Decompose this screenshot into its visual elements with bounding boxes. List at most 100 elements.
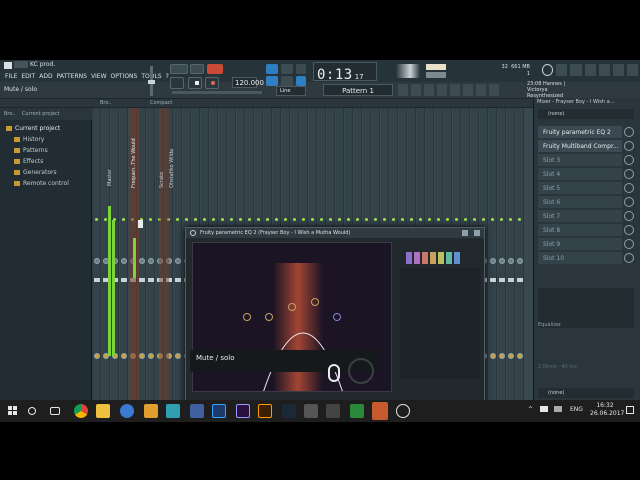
blend-button[interactable] (281, 76, 293, 86)
menu-options[interactable]: OPTIONS (111, 73, 138, 80)
hamburger-icon[interactable] (14, 61, 28, 68)
browser-tab[interactable]: Bro.. (4, 111, 16, 117)
tempo-display[interactable]: 120.000 (232, 77, 264, 88)
effect-slot[interactable]: Slot 6 (538, 196, 622, 208)
effect-slot[interactable]: Slot 3 (538, 154, 622, 166)
tray-chevron-icon[interactable]: ^ (528, 406, 533, 413)
mixer-insert-strip[interactable] (507, 108, 515, 400)
menu-edit[interactable]: EDIT (21, 73, 35, 80)
band-6-button[interactable] (446, 252, 452, 264)
slot-mix-knob[interactable] (624, 155, 634, 165)
insert-enable-led[interactable] (230, 218, 233, 221)
app-icon-4[interactable] (326, 404, 340, 418)
insert-enable-led[interactable] (374, 218, 377, 221)
file-explorer-icon[interactable] (96, 404, 110, 418)
insert-enable-led[interactable] (455, 218, 458, 221)
insert-enable-led[interactable] (356, 218, 359, 221)
stereo-knob[interactable] (508, 353, 514, 359)
insert-enable-led[interactable] (464, 218, 467, 221)
insert-enable-led[interactable] (428, 218, 431, 221)
slot-mix-knob[interactable] (624, 169, 634, 179)
eq-band-3-handle[interactable] (288, 303, 296, 311)
loop-record-button[interactable] (266, 76, 278, 86)
insert-preset-select[interactable]: (none) (538, 109, 634, 119)
insert-enable-led[interactable] (338, 218, 341, 221)
stereo-knob[interactable] (121, 353, 127, 359)
insert-enable-led[interactable] (401, 218, 404, 221)
app-icon-2[interactable] (190, 404, 204, 418)
volume-fader[interactable] (175, 278, 181, 282)
insert-enable-led[interactable] (419, 218, 422, 221)
windows-start-icon[interactable] (6, 404, 20, 418)
network-icon[interactable] (554, 406, 562, 412)
browser-icon[interactable] (450, 84, 460, 96)
close-icon[interactable] (626, 64, 639, 76)
mixer-view-mode[interactable]: Compact (150, 100, 172, 106)
view-icon[interactable] (489, 84, 499, 96)
volume-fader[interactable] (508, 278, 514, 282)
insert-enable-led[interactable] (212, 218, 215, 221)
effect-slot[interactable]: Fruity Multiband Compr... (538, 140, 622, 152)
cpu-icon[interactable] (542, 64, 554, 76)
mixer-insert-strip[interactable] (93, 108, 101, 400)
insert-enable-led[interactable] (95, 218, 98, 221)
insert-enable-led[interactable] (176, 218, 179, 221)
slot-mix-knob[interactable] (624, 197, 634, 207)
photoshop-icon[interactable] (212, 404, 226, 418)
pan-knob[interactable] (508, 258, 514, 264)
render-icon[interactable] (570, 64, 582, 76)
volume-fader[interactable] (121, 278, 127, 282)
eq-band-1-handle[interactable] (243, 313, 251, 321)
snap-mode-select[interactable]: Line (276, 86, 306, 96)
illustrator-icon[interactable] (258, 404, 272, 418)
steam-icon[interactable] (282, 404, 296, 418)
browser-item-current-project[interactable]: Current project (6, 125, 60, 132)
pan-knob[interactable] (499, 258, 505, 264)
insert-enable-led[interactable] (194, 218, 197, 221)
browser-item-generators[interactable]: Generators (14, 169, 57, 176)
browser-app-icon[interactable] (120, 404, 134, 418)
volume-fader[interactable] (490, 278, 496, 282)
insert-enable-led[interactable] (311, 218, 314, 221)
piano-roll-icon[interactable] (411, 84, 421, 96)
notifications-icon[interactable] (626, 406, 634, 414)
keyboard-language[interactable]: ENG (570, 406, 583, 413)
slot-mix-knob[interactable] (624, 183, 634, 193)
mixer-insert-strip[interactable] (516, 108, 524, 400)
browser-item-history[interactable]: History (14, 136, 44, 143)
stereo-knob[interactable] (148, 353, 154, 359)
insert-enable-led[interactable] (392, 218, 395, 221)
playlist-icon[interactable] (398, 84, 408, 96)
mixer-insert-strip[interactable] (489, 108, 497, 400)
app-icon-5[interactable] (350, 404, 364, 418)
effect-slot[interactable]: Slot 7 (538, 210, 622, 222)
mixer-icon[interactable] (437, 84, 447, 96)
insert-enable-led[interactable] (320, 218, 323, 221)
news-panel[interactable]: 23:08 Hannes | Victorya Resynthesized (527, 81, 587, 99)
insert-enable-led[interactable] (275, 218, 278, 221)
plugin-menu-icon[interactable] (190, 230, 196, 236)
stereo-knob[interactable] (517, 353, 523, 359)
mixer-insert-strip[interactable] (120, 108, 128, 400)
insert-enable-led[interactable] (329, 218, 332, 221)
mic-icon[interactable] (598, 64, 610, 76)
slot-mix-knob[interactable] (624, 141, 634, 151)
metronome-button[interactable] (296, 64, 306, 74)
band-5-button[interactable] (438, 252, 444, 264)
slot-mix-knob[interactable] (624, 225, 634, 235)
pan-knob[interactable] (139, 258, 145, 264)
app-icon-3[interactable] (304, 404, 318, 418)
insert-enable-led[interactable] (203, 218, 206, 221)
menu-file[interactable]: FILE (5, 73, 17, 80)
master-volume-handle[interactable] (148, 80, 155, 84)
save-icon[interactable] (556, 64, 568, 76)
insert-enable-led[interactable] (293, 218, 296, 221)
slot-mix-knob[interactable] (624, 211, 634, 221)
stereo-knob[interactable] (139, 353, 145, 359)
fl-studio-icon[interactable] (144, 404, 158, 418)
insert-enable-led[interactable] (104, 218, 107, 221)
band-4-button[interactable] (430, 252, 436, 264)
stereo-knob[interactable] (499, 353, 505, 359)
eq-band-4-handle[interactable] (311, 298, 319, 306)
pan-knob[interactable] (175, 258, 181, 264)
